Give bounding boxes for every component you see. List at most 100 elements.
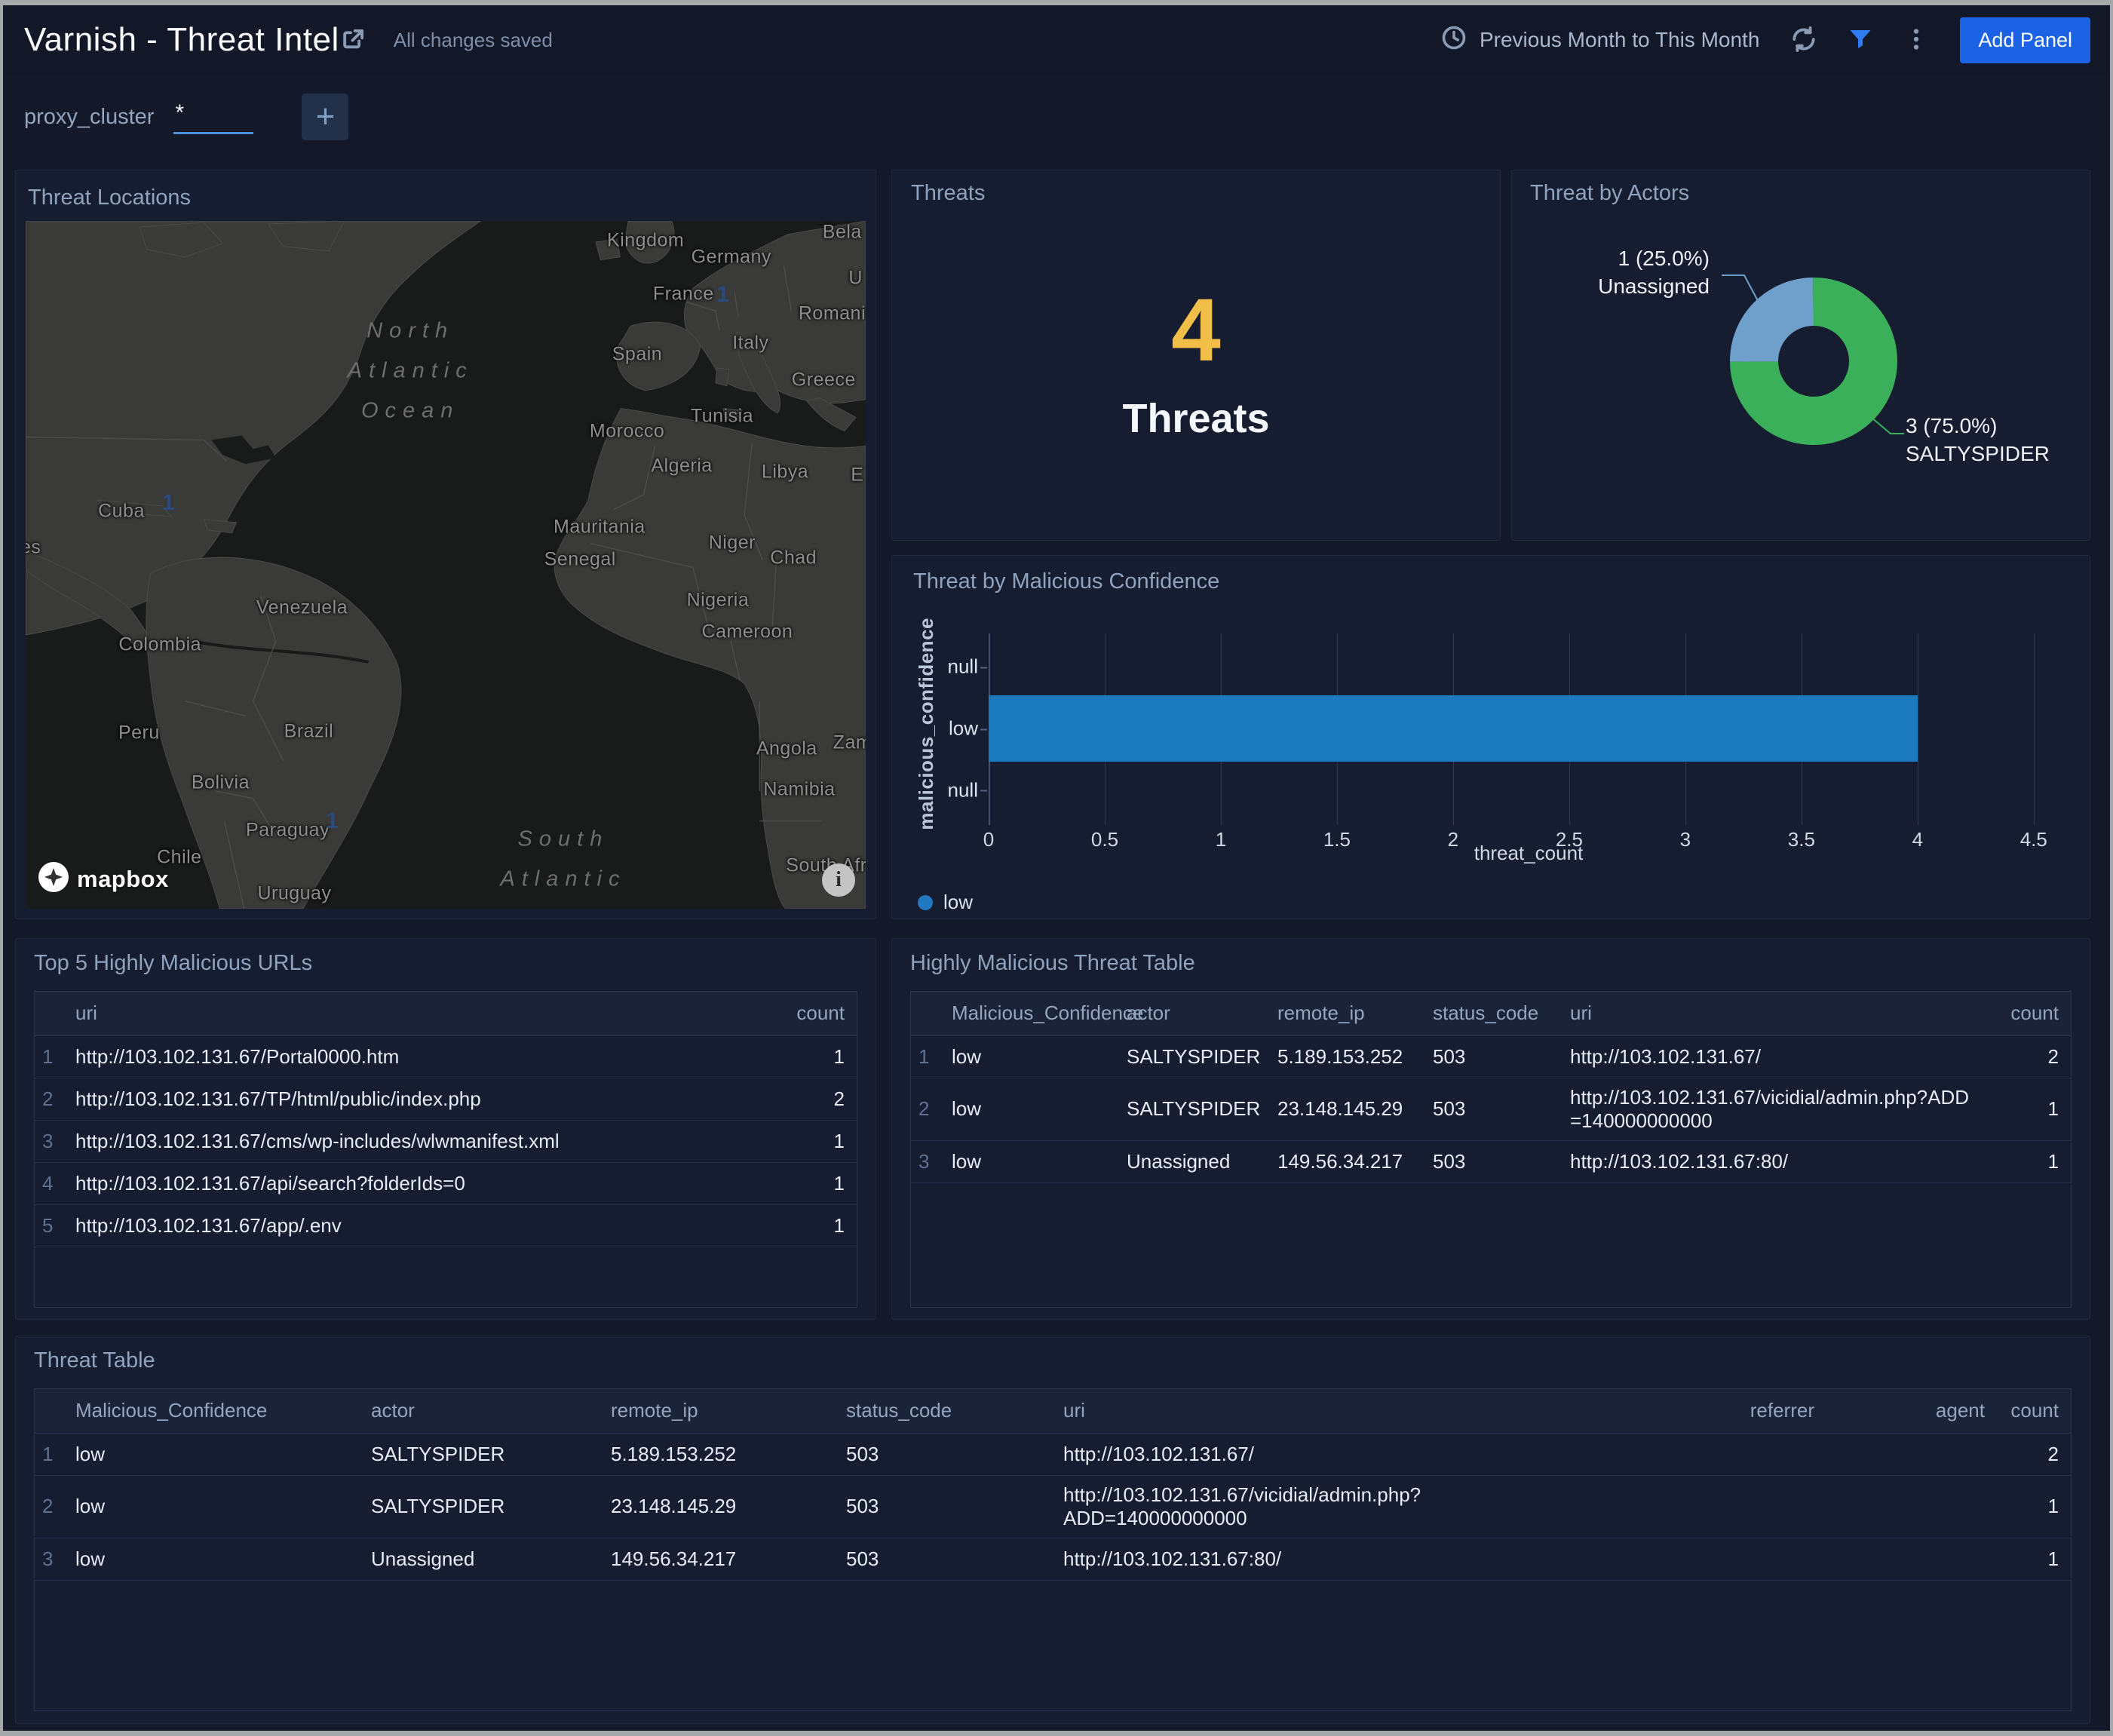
column-header-Malicious_Confidence[interactable]: Malicious_Confidence xyxy=(944,992,1143,1036)
cell-uri: http://103.102.131.67/api/search?folderI… xyxy=(68,1162,774,1205)
map-cluster-marker[interactable]: 1 xyxy=(326,808,339,834)
filter-name-label: proxy_cluster xyxy=(24,104,155,129)
column-header-remote_ip[interactable]: remote_ip xyxy=(603,1389,839,1434)
cell-actor: SALTYSPIDER xyxy=(363,1433,603,1476)
table-row[interactable]: 2 low SALTYSPIDER 23.148.145.29 503 http://10… xyxy=(911,1078,2071,1141)
table-row[interactable]: 1 low SALTYSPIDER 5.189.153.252 503 http://10… xyxy=(35,1433,2071,1476)
map-country-label: Paraguay xyxy=(246,819,330,841)
more-menu-button[interactable] xyxy=(1903,26,1930,55)
filter-icon xyxy=(1847,26,1874,55)
column-header-actor[interactable]: actor xyxy=(363,1389,603,1434)
cell-agent xyxy=(1822,1538,1992,1581)
map-country-label: Bela xyxy=(822,221,862,243)
cell-Malicious_Confidence: low xyxy=(944,1035,1119,1078)
map-country-label: Bolivia xyxy=(191,771,250,793)
map-ocean-label: Ocean xyxy=(514,905,612,909)
share-icon xyxy=(339,25,368,56)
table-row[interactable]: 2 low SALTYSPIDER 23.148.145.29 503 http://10… xyxy=(35,1475,2071,1538)
add-filter-button[interactable]: + xyxy=(302,94,349,140)
add-panel-button[interactable]: Add Panel xyxy=(1960,17,2090,63)
cell-remote_ip: 23.148.145.29 xyxy=(603,1475,839,1538)
cell-uri: http://103.102.131.67:80/ xyxy=(1056,1538,1596,1581)
panel-title: Highly Malicious Threat Table xyxy=(910,951,1195,975)
cell-count: 1 xyxy=(774,1120,857,1163)
map-ocean-label: North xyxy=(366,318,455,343)
confidence-bar-chart[interactable]: malicious_confidence null low null 0 0.5 1 1.… xyxy=(913,618,2069,851)
gridline xyxy=(2033,633,2035,825)
x-tick-label: 3.5 xyxy=(1787,828,1815,851)
dashboard-content: Threat Locations Kingdom Germany Bela U … xyxy=(3,159,2110,1731)
table-row[interactable]: 1 low SALTYSPIDER 5.189.153.252 503 http://10… xyxy=(911,1035,2071,1078)
mapbox-wordmark: mapbox xyxy=(77,865,169,892)
table-row[interactable]: 3 low Unassigned 149.56.34.217 503 http://103… xyxy=(911,1140,2071,1183)
map-country-label: Morocco xyxy=(589,420,665,442)
mapbox-attribution[interactable]: mapbox xyxy=(38,861,169,897)
map-country-label: Mauritania xyxy=(553,516,646,538)
column-header-index[interactable] xyxy=(35,992,68,1036)
cell-remote_ip: 5.189.153.252 xyxy=(603,1433,839,1476)
x-tick-label: 4 xyxy=(1912,828,1924,851)
callout-value: 1 (25.0%) xyxy=(1618,247,1710,270)
column-header-Malicious_Confidence[interactable]: Malicious_Confidence xyxy=(68,1389,363,1434)
map-labels: Kingdom Germany Bela U France Romani Italy Spai… xyxy=(26,221,866,909)
map-info-button[interactable]: i xyxy=(822,863,855,897)
column-header-actor[interactable]: actor xyxy=(1119,992,1270,1036)
proxy-cluster-input[interactable]: * xyxy=(173,100,254,134)
column-header-uri[interactable]: uri xyxy=(1056,1389,1596,1434)
column-header-index[interactable] xyxy=(911,992,944,1036)
highly-table-container: Malicious_Confidence actor remote_ip status… xyxy=(910,991,2072,1308)
panel-threats: Threats 4 Threats xyxy=(891,170,1501,541)
callout-value: 3 (75.0%) xyxy=(1906,414,1998,437)
panel-threat-locations: Threat Locations Kingdom Germany Bela U … xyxy=(15,170,876,919)
cell-referrer xyxy=(1596,1433,1822,1476)
actors-donut-chart[interactable]: 1 (25.0%) Unassigned 3 (75.0%) SALTYSPID… xyxy=(1530,206,2072,529)
filter-bar: proxy_cluster * + xyxy=(3,75,2110,159)
table-row[interactable]: 1 http://103.102.131.67/Portal0000.htm 1 xyxy=(35,1035,857,1078)
cell-index: 3 xyxy=(911,1140,944,1183)
cell-count: 2 xyxy=(774,1078,857,1121)
table-row[interactable]: 5 http://103.102.131.67/app/.env 1 xyxy=(35,1204,857,1247)
column-header-count[interactable]: count xyxy=(1992,1389,2071,1434)
cell-uri: http://103.102.131.67/ xyxy=(1563,1035,1980,1078)
share-button[interactable] xyxy=(339,25,368,56)
bar-low[interactable] xyxy=(989,695,1918,762)
header-bar: Varnish - Threat Intel All changes saved… xyxy=(3,5,2110,75)
column-header-index[interactable] xyxy=(35,1389,68,1434)
table-row[interactable]: 2 http://103.102.131.67/TP/html/public/in… xyxy=(35,1078,857,1121)
table-row[interactable]: 3 low Unassigned 149.56.34.217 503 http://103… xyxy=(35,1538,2071,1581)
column-header-referrer[interactable]: referrer xyxy=(1596,1389,1822,1434)
filter-button[interactable] xyxy=(1847,26,1874,55)
table-row[interactable]: 3 http://103.102.131.67/cms/wp-includes/w… xyxy=(35,1120,857,1163)
world-map[interactable]: Kingdom Germany Bela U France Romani Italy Spai… xyxy=(26,221,866,909)
cell-uri: http://103.102.131.67/TP/html/public/ind… xyxy=(68,1078,774,1121)
cell-status_code: 503 xyxy=(1425,1078,1563,1141)
map-cluster-marker[interactable]: 1 xyxy=(716,282,729,308)
cell-count: 2 xyxy=(1980,1035,2071,1078)
panel-title: Threat by Malicious Confidence xyxy=(913,569,1220,593)
column-header-remote_ip[interactable]: remote_ip xyxy=(1270,992,1425,1036)
cell-referrer xyxy=(1596,1475,1822,1538)
time-range-selector[interactable]: Previous Month to This Month xyxy=(1440,24,1759,57)
column-header-status_code[interactable]: status_code xyxy=(839,1389,1056,1434)
panel-title: Threat Table xyxy=(34,1348,155,1373)
cell-index: 2 xyxy=(35,1078,68,1121)
cell-remote_ip: 23.148.145.29 xyxy=(1270,1078,1425,1141)
column-header-agent[interactable]: agent xyxy=(1822,1389,1992,1434)
x-axis-ticks: 0 0.5 1 1.5 2 2.5 3 3.5 4 4.5 xyxy=(983,814,2069,851)
column-header-count[interactable]: count xyxy=(1980,992,2071,1036)
y-tick-label: null xyxy=(947,655,988,678)
map-ocean-label: South xyxy=(517,827,609,851)
column-header-uri[interactable]: uri xyxy=(1563,992,1980,1036)
threat-count-label: Threats xyxy=(1122,395,1270,441)
column-header-uri[interactable]: uri xyxy=(68,992,774,1036)
column-header-status_code[interactable]: status_code xyxy=(1425,992,1563,1036)
refresh-button[interactable] xyxy=(1789,25,1818,56)
map-cluster-marker[interactable]: 1 xyxy=(162,490,175,516)
panel-title: Top 5 Highly Malicious URLs xyxy=(34,951,313,975)
x-tick-label: 2 xyxy=(1447,828,1459,851)
chart-legend[interactable]: low xyxy=(913,891,2069,914)
map-country-label: Tunisia xyxy=(690,405,754,427)
column-header-count[interactable]: count xyxy=(774,992,857,1036)
map-country-label: es xyxy=(26,536,41,558)
table-row[interactable]: 4 http://103.102.131.67/api/search?folder… xyxy=(35,1162,857,1205)
